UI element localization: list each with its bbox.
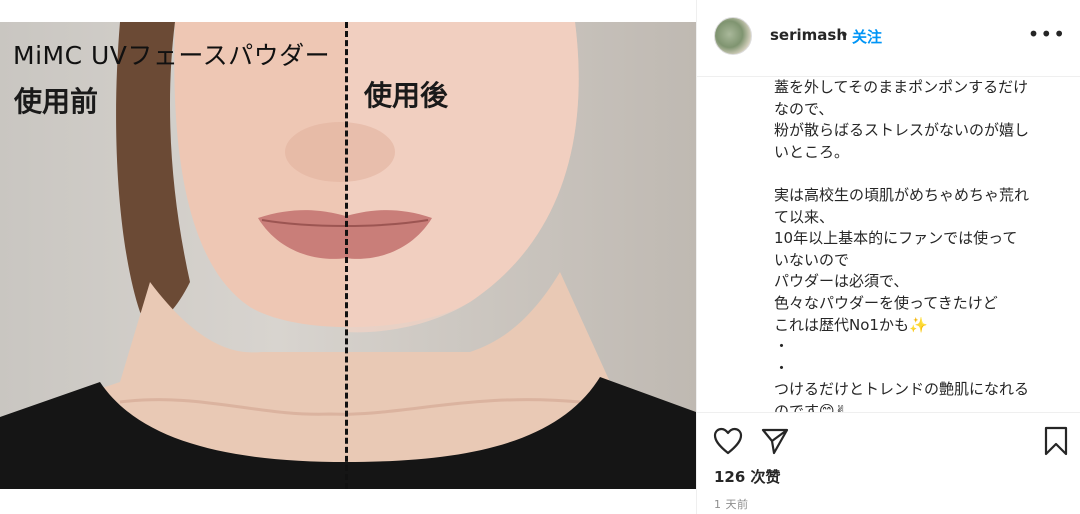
- caption-text: 蓋を外してそのままポンポンするだけ なので、粉が散らばるストレスがないのが嬉し いと…: [774, 77, 1064, 412]
- heart-icon[interactable]: [712, 425, 744, 457]
- caption-line: いところ。: [774, 142, 850, 161]
- username-link[interactable]: serimash: [770, 26, 847, 44]
- divider: [697, 412, 1080, 413]
- paper-plane-icon[interactable]: [759, 425, 791, 457]
- like-count[interactable]: 126 次赞: [714, 466, 781, 487]
- caption-line: 10年以上基本的にファンでは使って: [774, 229, 1018, 248]
- bookmark-icon[interactable]: [1040, 425, 1072, 457]
- caption-line: ・: [774, 337, 790, 356]
- face-illustration: [0, 22, 696, 489]
- before-label: 使用前: [14, 85, 99, 118]
- post-header: serimash • 关注 •••: [697, 0, 1080, 77]
- photo-title-text: MiMC UVフェースパウダー: [13, 41, 331, 70]
- caption-line: て以来、: [774, 207, 835, 226]
- avatar[interactable]: [714, 17, 752, 55]
- caption-line: ・: [774, 358, 790, 377]
- post-image-area: MiMC UVフェースパウダー 使用前 使用後: [0, 0, 696, 514]
- comparison-divider: [345, 22, 348, 489]
- caption-line: パウダーは必須で、: [774, 272, 909, 291]
- more-options-icon[interactable]: •••: [1028, 22, 1066, 46]
- caption-line: いないので: [774, 250, 850, 269]
- action-bar: [697, 425, 1080, 461]
- caption-line: [774, 163, 1064, 185]
- follow-button[interactable]: 关注: [852, 26, 882, 47]
- caption-line: つけるだけとトレンドの艶肌になれる: [774, 380, 1030, 399]
- caption-line: 色々なパウダーを使ってきたけど: [774, 293, 998, 312]
- caption-line: なので、: [774, 99, 834, 118]
- post-timestamp[interactable]: 1 天前: [714, 496, 749, 512]
- caption-area[interactable]: 蓋を外してそのままポンポンするだけ なので、粉が散らばるストレスがないのが嬉し いと…: [697, 77, 1080, 412]
- caption-line: これは歴代No1かも✨: [774, 315, 928, 334]
- post-photo[interactable]: MiMC UVフェースパウダー 使用前 使用後: [0, 22, 696, 489]
- caption-line: 粉が散らばるストレスがないのが嬉し: [774, 121, 1030, 140]
- after-label: 使用後: [364, 79, 449, 112]
- caption-line: のです😊✌: [774, 401, 848, 412]
- separator-dot: •: [840, 26, 849, 44]
- caption-line: 蓋を外してそのままポンポンするだけ: [774, 78, 1029, 96]
- post-sidebar: serimash • 关注 ••• 蓋を外してそのままポンポンするだけ なので、粉…: [696, 0, 1080, 514]
- caption-line: 実は高校生の頃肌がめちゃめちゃ荒れ: [774, 185, 1030, 204]
